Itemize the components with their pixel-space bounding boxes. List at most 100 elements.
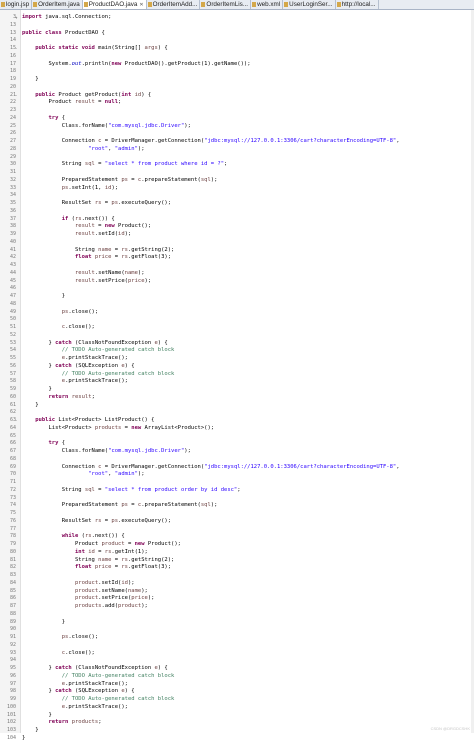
line-number: 85 xyxy=(9,587,16,594)
code-token: ); xyxy=(210,176,218,183)
line-number: 73 xyxy=(9,494,16,501)
tab-label: OrderItem.java xyxy=(38,1,80,8)
close-tab-icon[interactable]: ✕ xyxy=(139,2,143,8)
fold-marker-icon[interactable]: - xyxy=(15,47,19,51)
code-token: null xyxy=(104,99,119,106)
line-number: 82 xyxy=(9,564,16,571)
code-token: .getString(2); xyxy=(127,556,175,563)
code-token: try xyxy=(48,440,59,447)
code-token: .setId( xyxy=(94,231,119,237)
code-token: .setPrice( xyxy=(94,277,128,284)
line-number: 23 xyxy=(9,107,16,113)
code-token: .close(); xyxy=(68,634,99,640)
fold-marker-icon[interactable]: + xyxy=(15,16,19,20)
code-token: Class. xyxy=(22,448,82,454)
code-line: 104} xyxy=(0,735,474,743)
code-line: 47 } xyxy=(0,293,474,301)
code-line: 30 String sql = "select * from product w… xyxy=(0,161,474,169)
code-token: name xyxy=(127,587,142,594)
editor-tab[interactable]: UserLoginSer... xyxy=(283,0,336,9)
code-token: rs xyxy=(121,564,128,571)
code-token: "jdbc:mysql://127.0.0.1:3306/cart?charac… xyxy=(204,463,397,470)
editor-tab[interactable]: http://local... xyxy=(336,0,379,9)
code-token: "root" xyxy=(88,471,109,478)
tab-label: UserLoginSer... xyxy=(289,1,333,8)
line-number: 47 xyxy=(9,293,16,299)
line-number: 60 xyxy=(9,393,16,400)
code-line: 69 Connection c = DriverManager.getConne… xyxy=(0,464,474,472)
editor-tab[interactable]: OrderItemAdd... xyxy=(147,0,201,9)
code-token: public xyxy=(35,417,56,423)
line-number: 44 xyxy=(9,269,16,276)
code-line: 87 products.add(product); xyxy=(0,603,474,611)
line-number: 97 xyxy=(9,680,16,687)
code-token: = xyxy=(111,246,122,253)
line-number: 103 xyxy=(6,727,16,733)
code-token: float xyxy=(74,564,92,571)
code-token: args xyxy=(144,45,158,51)
code-token: List<Product> ListProduct() { xyxy=(55,417,155,423)
line-number: 3 xyxy=(12,14,16,20)
code-line: 92 xyxy=(0,642,474,650)
line-number: 57 xyxy=(9,370,16,377)
code-token: catch xyxy=(55,688,72,695)
code-text: e.printStackTrace(); xyxy=(22,681,128,689)
code-line: 16 xyxy=(0,53,474,61)
code-editor[interactable]: 3 + import java.sql.Connection; 13 13 public … xyxy=(0,10,474,741)
editor-tab[interactable]: ProductDAO.java ✕ xyxy=(82,0,147,9)
fold-marker-icon[interactable]: - xyxy=(15,419,19,423)
code-token: .close(); xyxy=(65,324,95,330)
code-line: 80 int id = rs.getInt(1); xyxy=(0,549,474,557)
editor-tab[interactable]: login.jsp xyxy=(0,0,33,9)
code-line: 19 } xyxy=(0,76,474,84)
code-token: .setId( xyxy=(98,579,122,586)
code-text: result.setName(name); xyxy=(22,270,145,278)
line-number: 18 xyxy=(9,68,16,75)
line-number: 58 xyxy=(9,378,16,385)
fold-marker-icon[interactable]: - xyxy=(15,93,19,98)
line-number: 30 xyxy=(9,161,16,168)
line-number: 91 xyxy=(9,634,16,640)
code-line: 93 c.close(); xyxy=(0,650,474,658)
code-line: 82 float price = rs.getFloat(3); xyxy=(0,564,474,572)
code-line: 68 xyxy=(0,456,474,464)
code-line: 101 } xyxy=(0,712,474,720)
code-line: 84 product.setId(id); xyxy=(0,580,474,588)
code-line: 94 xyxy=(0,657,474,665)
code-token: rs xyxy=(121,246,128,253)
code-token: Connection xyxy=(22,463,99,470)
line-number: 63 xyxy=(9,417,16,423)
code-token: sql xyxy=(84,486,95,493)
code-token: , xyxy=(396,463,400,470)
editor-tab[interactable]: web.xml xyxy=(251,0,284,9)
line-number: 20 xyxy=(9,83,16,90)
code-token: return xyxy=(48,393,69,400)
editor-tab[interactable]: OrderItem.java xyxy=(32,0,83,9)
code-token: .prepareStatement( xyxy=(141,502,201,509)
code-token: forName( xyxy=(81,448,109,454)
tab-label: login.jsp xyxy=(6,1,30,8)
code-token: = xyxy=(111,254,122,261)
code-text: Connection c = DriverManager.getConnecti… xyxy=(22,464,400,472)
code-text: result.setPrice(price); xyxy=(22,278,151,286)
code-line: 66 try { xyxy=(0,440,474,448)
line-number: 48 xyxy=(9,300,16,307)
code-text: Class.forName("com.mysql.jdbc.Driver"); xyxy=(22,123,191,131)
code-line: 22 Product result = null; xyxy=(0,99,474,107)
code-token: .next()) { xyxy=(91,533,125,540)
code-token: "admin" xyxy=(114,145,138,152)
code-line: 58 e.printStackTrace(); xyxy=(0,378,474,386)
code-line: 86 product.setPrice(price); xyxy=(0,595,474,603)
code-line: 40 xyxy=(0,239,474,247)
editor-tab[interactable]: OrderItemLis... xyxy=(200,0,252,9)
